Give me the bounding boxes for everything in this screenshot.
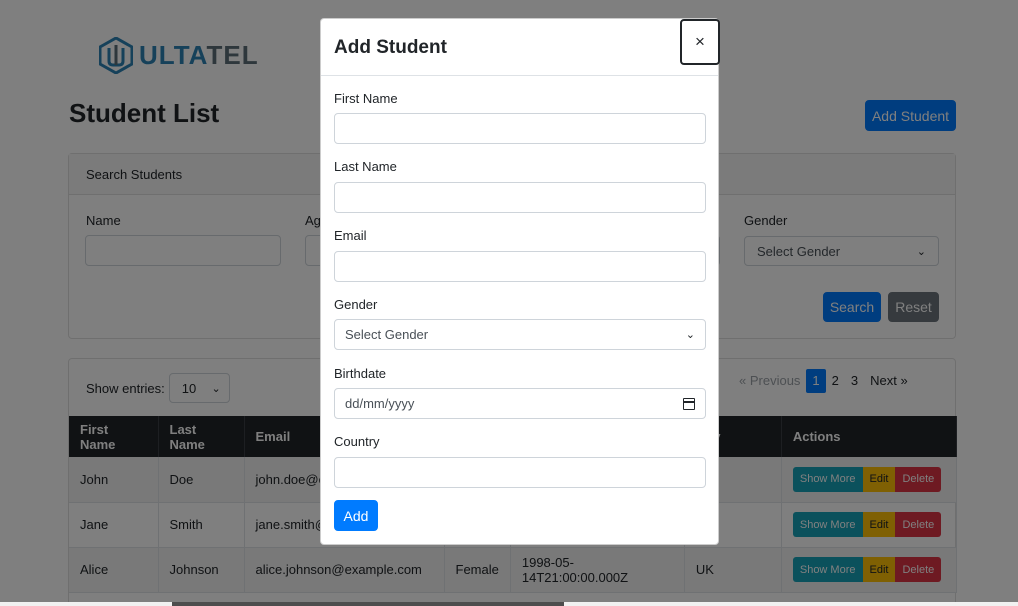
modal-header: Add Student × <box>321 19 720 76</box>
birthdate-label: Birthdate <box>334 366 387 381</box>
close-icon[interactable]: × <box>680 19 720 65</box>
last-name-label: Last Name <box>334 159 397 174</box>
scrollbar-thumb[interactable] <box>172 602 564 606</box>
country-field[interactable] <box>334 457 706 488</box>
first-name-label: First Name <box>334 91 398 106</box>
last-name-field[interactable] <box>334 182 706 213</box>
first-name-field[interactable] <box>334 113 706 144</box>
birthdate-field[interactable]: dd/mm/yyyy <box>334 388 706 419</box>
add-student-modal: Add Student × First Name Last Name Email… <box>320 18 720 545</box>
modal-title: Add Student <box>334 37 447 58</box>
gender-select[interactable]: Select Gender ⌄ <box>334 319 706 350</box>
add-button[interactable]: Add <box>334 500 378 531</box>
email-field[interactable] <box>334 251 706 282</box>
gender-label: Gender <box>334 297 378 312</box>
chevron-down-icon: ⌄ <box>685 329 695 341</box>
calendar-icon[interactable] <box>683 397 695 410</box>
email-label: Email <box>334 228 367 243</box>
country-label: Country <box>334 434 380 449</box>
